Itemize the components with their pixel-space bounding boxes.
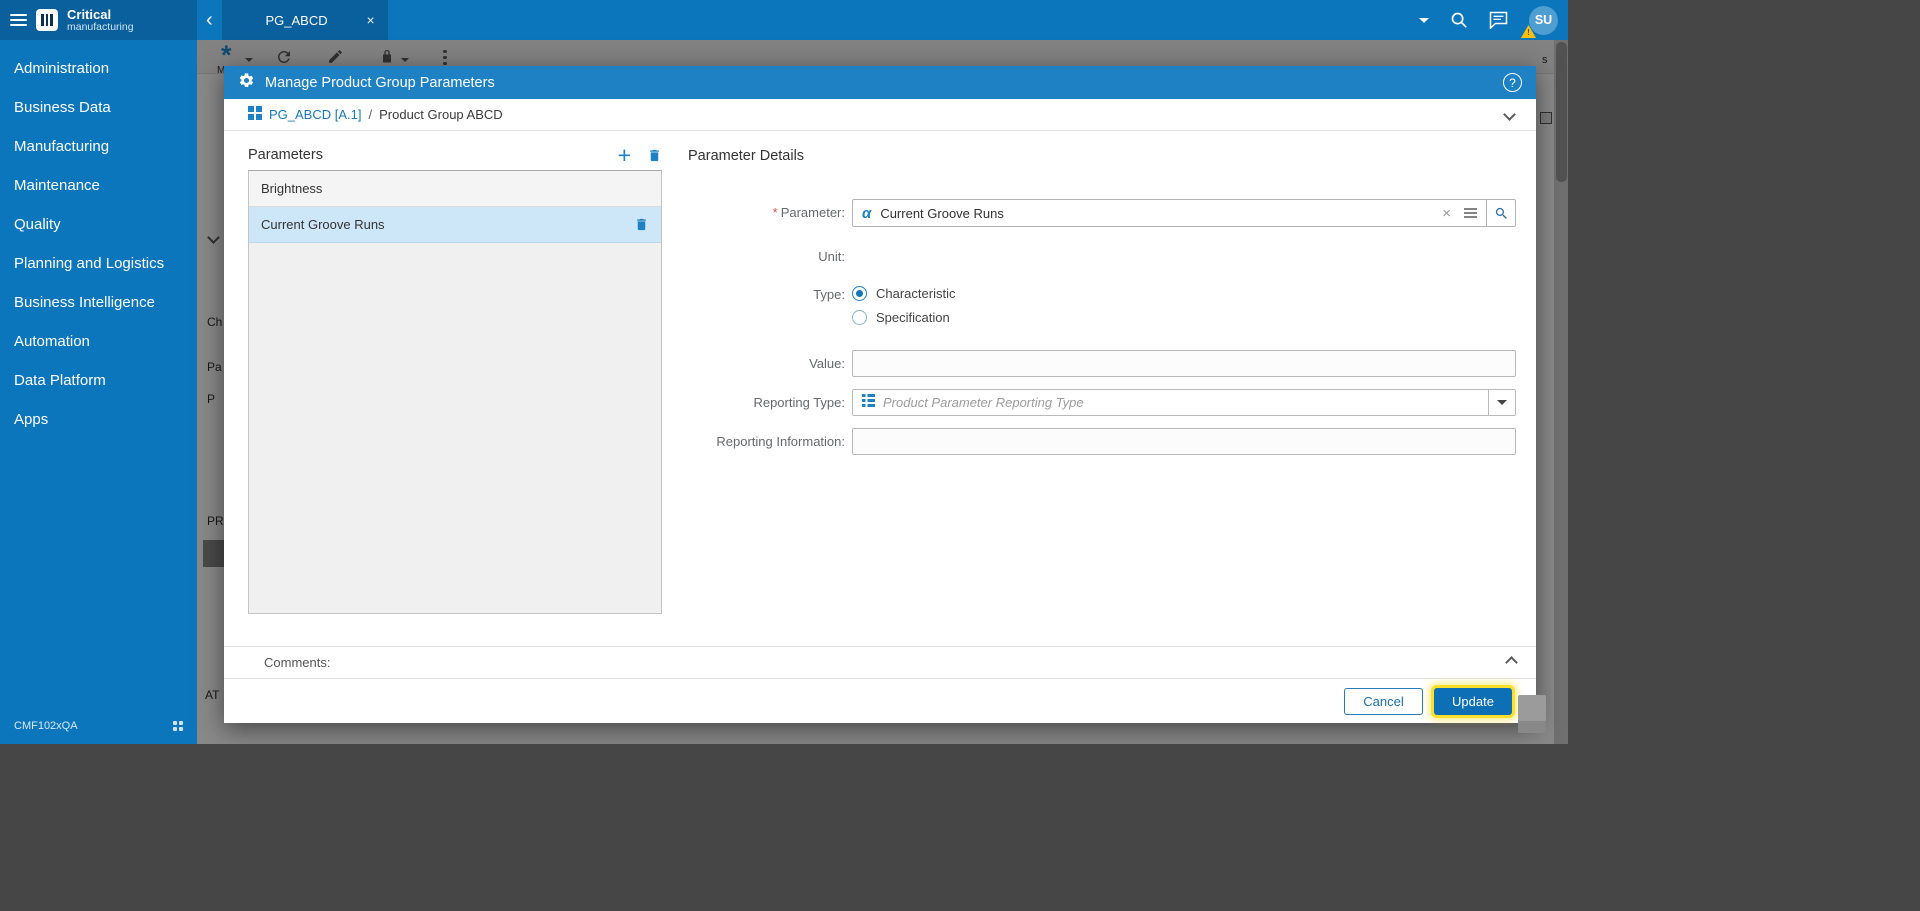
add-parameter-icon[interactable]: + bbox=[618, 144, 631, 167]
company-logo-text: Critical manufacturing bbox=[67, 8, 134, 33]
sidebar-nav: Administration Business Data Manufacturi… bbox=[0, 40, 197, 439]
parameters-list: Brightness Current Groove Runs bbox=[248, 170, 662, 614]
warning-badge-icon: ! bbox=[1521, 24, 1536, 38]
parameter-details-title: Parameter Details bbox=[688, 148, 805, 164]
parameter-input[interactable]: α Current Groove Runs × bbox=[852, 199, 1487, 227]
breadcrumb: PG_ABCD [A.1] / Product Group ABCD bbox=[224, 99, 1536, 131]
sidebar-item-business-intelligence[interactable]: Business Intelligence bbox=[0, 283, 197, 322]
sidebar: Critical manufacturing Administration Bu… bbox=[0, 0, 197, 744]
sidebar-item-apps[interactable]: Apps bbox=[0, 400, 197, 439]
tab-close-icon[interactable]: × bbox=[366, 12, 374, 28]
reporting-information-label: Reporting Information: bbox=[716, 434, 845, 449]
app-window: * M Ch Pa P PR AT s Critical manufacturi… bbox=[0, 0, 1568, 744]
parameter-lookup-field: α Current Groove Runs × bbox=[852, 199, 1516, 227]
update-button[interactable]: Update bbox=[1434, 687, 1512, 715]
unit-label: Unit: bbox=[818, 249, 845, 264]
topbar-actions: SU ! bbox=[1419, 0, 1558, 40]
dialog-header: Manage Product Group Parameters ? bbox=[224, 66, 1536, 99]
sidebar-item-administration[interactable]: Administration bbox=[0, 49, 197, 88]
brand-name-bottom: manufacturing bbox=[67, 20, 134, 33]
reporting-type-dropdown[interactable]: Product Parameter Reporting Type bbox=[852, 389, 1516, 416]
chat-icon[interactable] bbox=[1489, 11, 1508, 29]
screen-canvas: * M Ch Pa P PR AT s Critical manufacturi… bbox=[0, 0, 1920, 911]
parameter-list-item[interactable]: Brightness bbox=[249, 171, 661, 207]
open-list-icon[interactable] bbox=[1464, 207, 1477, 219]
dialog-footer: Cancel Update bbox=[224, 678, 1536, 723]
parameter-list-item-selected[interactable]: Current Groove Runs bbox=[249, 207, 661, 243]
radio-unselected-icon bbox=[852, 309, 867, 325]
sidebar-item-automation[interactable]: Automation bbox=[0, 322, 197, 361]
reporting-information-row: Reporting Information: bbox=[688, 428, 1516, 455]
environment-grid-icon[interactable] bbox=[173, 721, 183, 731]
value-input[interactable] bbox=[852, 350, 1516, 377]
parameter-row: * Parameter: α Current Groove Runs × bbox=[688, 199, 1516, 227]
delete-row-icon[interactable] bbox=[634, 217, 649, 232]
value-row: Value: bbox=[688, 350, 1516, 377]
floating-gray-box bbox=[1518, 695, 1546, 733]
hamburger-menu-icon[interactable] bbox=[10, 14, 27, 26]
sidebar-item-planning-and-logistics[interactable]: Planning and Logistics bbox=[0, 244, 197, 283]
type-row: Type: Characteristic Specification bbox=[688, 281, 1516, 329]
unit-row: Unit: bbox=[688, 243, 1516, 270]
sidebar-item-manufacturing[interactable]: Manufacturing bbox=[0, 127, 197, 166]
parameter-value: Current Groove Runs bbox=[880, 205, 1004, 221]
tab-label: PG_ABCD bbox=[265, 12, 328, 28]
tabs-dropdown-caret-icon[interactable] bbox=[1419, 17, 1429, 23]
comments-label: Comments: bbox=[264, 655, 331, 670]
topbar: ‹ PG_ABCD × SU ! bbox=[197, 0, 1568, 40]
delete-parameter-icon[interactable] bbox=[647, 148, 662, 163]
dropdown-arrow-icon[interactable] bbox=[1488, 390, 1515, 415]
environment-label: CMF102xQA bbox=[14, 720, 78, 732]
type-label: Type: bbox=[813, 287, 845, 302]
gear-icon bbox=[238, 72, 255, 94]
search-icon[interactable] bbox=[1450, 11, 1468, 29]
sidebar-header: Critical manufacturing bbox=[0, 0, 197, 40]
reporting-type-icon bbox=[862, 393, 875, 412]
breadcrumb-current: Product Group ABCD bbox=[379, 107, 503, 122]
sidebar-item-business-data[interactable]: Business Data bbox=[0, 88, 197, 127]
cancel-button[interactable]: Cancel bbox=[1344, 687, 1423, 715]
radio-specification[interactable]: Specification bbox=[852, 305, 1516, 329]
header-collapse-chevron-icon[interactable] bbox=[1503, 108, 1516, 121]
radio-characteristic[interactable]: Characteristic bbox=[852, 281, 1516, 305]
parameter-alpha-icon: α bbox=[862, 204, 872, 222]
parameters-panel-header: Parameters + bbox=[248, 142, 662, 168]
parameter-label: * Parameter: bbox=[772, 205, 845, 220]
tab-pg-abcd[interactable]: PG_ABCD × bbox=[221, 0, 388, 40]
parameters-panel-title: Parameters bbox=[248, 147, 323, 163]
reporting-type-row: Reporting Type: Product Parameter Report… bbox=[688, 389, 1516, 416]
reporting-type-label: Reporting Type: bbox=[753, 395, 845, 410]
sidebar-item-quality[interactable]: Quality bbox=[0, 205, 197, 244]
dialog-title: Manage Product Group Parameters bbox=[265, 74, 495, 91]
clear-icon[interactable]: × bbox=[1442, 205, 1451, 222]
required-mark: * bbox=[772, 205, 778, 220]
breadcrumb-link[interactable]: PG_ABCD [A.1] bbox=[269, 107, 361, 122]
brand-name-top: Critical bbox=[67, 6, 112, 22]
company-logo-icon bbox=[36, 9, 58, 31]
unit-value bbox=[852, 243, 1516, 270]
sidebar-footer: CMF102xQA bbox=[0, 720, 197, 732]
lookup-search-button[interactable] bbox=[1486, 199, 1516, 227]
user-avatar[interactable]: SU ! bbox=[1521, 5, 1558, 38]
comments-collapse-chevron-icon[interactable] bbox=[1505, 656, 1518, 669]
sidebar-item-data-platform[interactable]: Data Platform bbox=[0, 361, 197, 400]
manage-product-group-parameters-dialog: Manage Product Group Parameters ? PG_ABC… bbox=[224, 66, 1536, 723]
comments-section[interactable]: Comments: bbox=[224, 646, 1536, 678]
reporting-information-input[interactable] bbox=[852, 428, 1516, 455]
reporting-type-placeholder: Product Parameter Reporting Type bbox=[883, 395, 1084, 410]
breadcrumb-separator: / bbox=[368, 107, 373, 122]
help-icon[interactable]: ? bbox=[1503, 73, 1522, 92]
value-label: Value: bbox=[809, 356, 845, 371]
sidebar-item-maintenance[interactable]: Maintenance bbox=[0, 166, 197, 205]
radio-selected-icon bbox=[852, 285, 867, 301]
product-group-icon bbox=[248, 106, 262, 123]
back-chevron-icon[interactable]: ‹ bbox=[197, 0, 222, 40]
